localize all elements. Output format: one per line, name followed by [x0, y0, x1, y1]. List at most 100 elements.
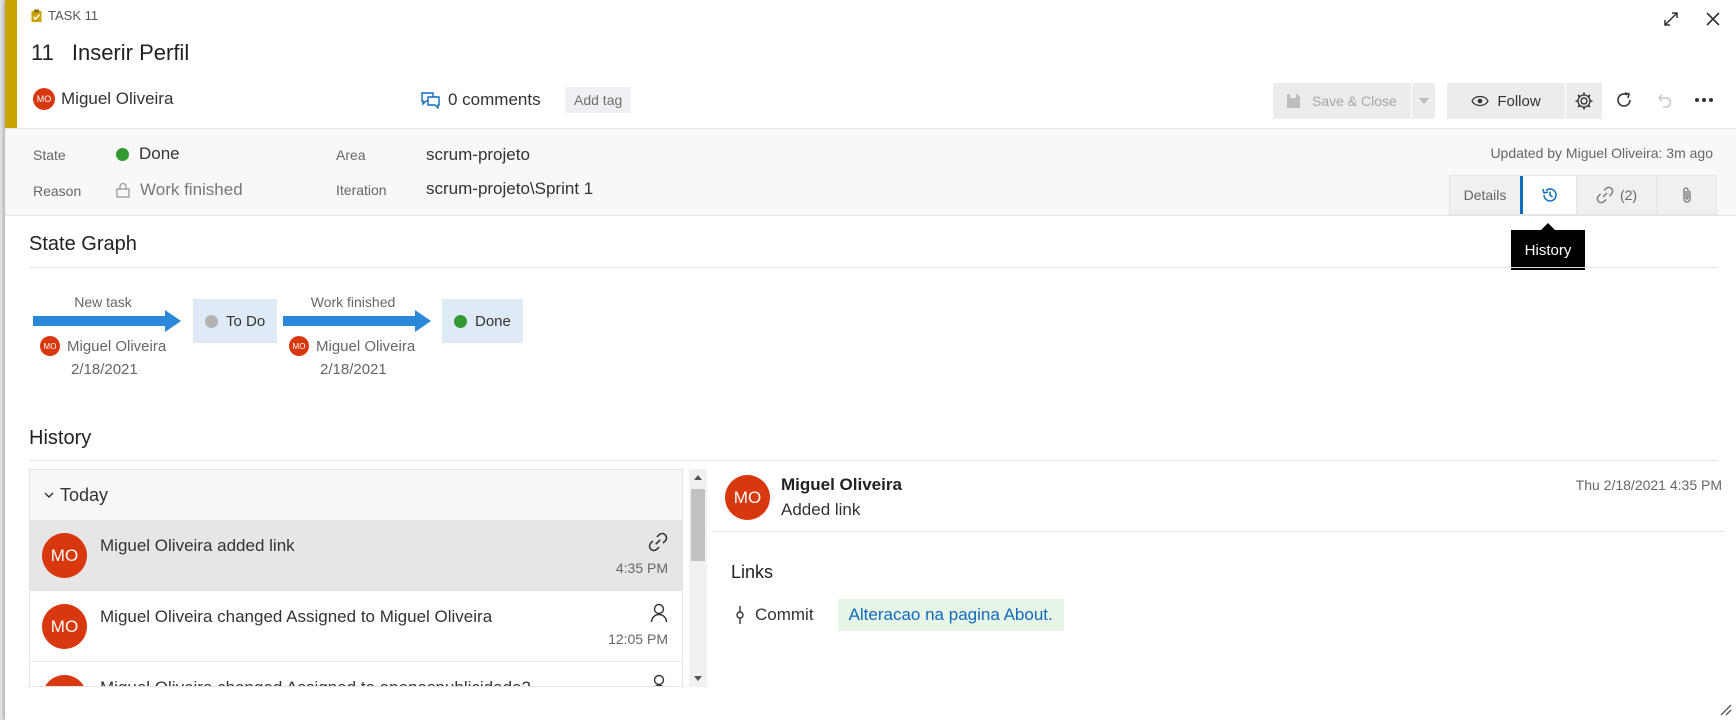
chevron-down-icon — [1412, 98, 1435, 104]
paperclip-icon — [1682, 187, 1691, 203]
transition-date: 2/18/2021 — [71, 361, 138, 378]
work-item-dialog: TASK 11 11 Inserir Perfil MO Miguel Olive… — [5, 0, 1736, 720]
history-item-text: Miguel Oliveira changed Assigned to apen… — [100, 678, 531, 686]
comments-count: 0 comments — [448, 90, 541, 109]
link-type: Commit — [755, 605, 814, 624]
links-title: Links — [731, 562, 774, 582]
link-icon — [1596, 186, 1614, 204]
history-item[interactable]: MO Miguel Oliveira changed Assigned to a… — [30, 662, 682, 686]
avatar: MO — [42, 675, 87, 686]
avatar: MO — [42, 533, 87, 578]
save-icon — [1287, 94, 1300, 108]
commit-link-row: Commit Alteracao na pagina About. — [735, 599, 1064, 631]
commit-link[interactable]: Alteracao na pagina About. — [837, 599, 1064, 631]
transition-label: New task — [74, 294, 132, 310]
history-group-label: Today — [60, 484, 109, 505]
view-tabs: Details (2) — [1449, 175, 1717, 215]
follow-button[interactable]: Follow — [1447, 83, 1565, 119]
settings-button[interactable] — [1566, 83, 1602, 119]
avatar: MO — [42, 604, 87, 649]
transition-label: Work finished — [310, 294, 396, 310]
area-label: Area — [336, 147, 366, 163]
history-item-time: 4:35 PM — [615, 560, 668, 576]
scrollbar-thumb[interactable] — [691, 489, 705, 561]
more-icon[interactable] — [1693, 89, 1715, 111]
tab-details[interactable]: Details — [1450, 176, 1520, 214]
divider — [711, 531, 1724, 532]
eye-icon — [1471, 95, 1490, 107]
state-name: To Do — [226, 312, 266, 330]
state-value: Done — [139, 144, 180, 163]
state-label: State — [33, 147, 66, 163]
iteration-label: Iteration — [336, 182, 387, 198]
transition-date: 2/18/2021 — [320, 361, 387, 378]
transition-person: MO Miguel Oliveira — [289, 336, 415, 356]
state-graph-title: State Graph — [29, 233, 137, 255]
state-box-done: Done — [442, 299, 523, 343]
divider — [29, 267, 1717, 268]
avatar: MO — [33, 88, 55, 110]
divider — [29, 460, 1717, 461]
detail-author: Miguel Oliveira — [781, 475, 902, 494]
lock-icon — [116, 182, 130, 198]
add-tag-button[interactable]: Add tag — [565, 87, 632, 113]
follow-label: Follow — [1497, 92, 1541, 110]
state-field[interactable]: Done — [116, 144, 180, 164]
undo-icon[interactable] — [1653, 89, 1675, 111]
history-list: Today MO Miguel Oliveira added link 4:35… — [29, 469, 683, 687]
expand-icon[interactable] — [1660, 8, 1682, 30]
avatar: MO — [725, 475, 770, 520]
assigned-to-name: Miguel Oliveira — [61, 89, 174, 108]
history-item-text: Miguel Oliveira added link — [100, 536, 295, 555]
person-icon — [653, 674, 665, 686]
history-tooltip: History — [1511, 223, 1585, 270]
updated-by-text: Updated by Miguel Oliveira: 3m ago — [1490, 145, 1713, 161]
work-item-color-bar — [5, 0, 17, 128]
work-item-title[interactable]: Inserir Perfil — [72, 40, 189, 65]
history-item[interactable]: MO Miguel Oliveira added link 4:35 PM — [30, 520, 682, 591]
refresh-icon[interactable] — [1613, 89, 1635, 111]
history-item-text: Miguel Oliveira changed Assigned to Migu… — [100, 607, 493, 626]
detail-date: Thu 2/18/2021 4:35 PM — [1575, 477, 1722, 493]
save-close-button: Save & Close — [1273, 83, 1435, 119]
close-icon[interactable] — [1702, 8, 1724, 30]
tab-links[interactable]: (2) — [1576, 176, 1656, 214]
state-name: Done — [475, 312, 511, 330]
transition-arrow-icon — [283, 310, 431, 332]
save-close-label: Save & Close — [1312, 93, 1397, 109]
transition-person: MO Miguel Oliveira — [40, 336, 166, 356]
history-item[interactable]: MO Miguel Oliveira changed Assigned to M… — [30, 591, 682, 662]
transition-person-name: Miguel Oliveira — [67, 337, 167, 355]
comments-link[interactable]: 0 comments — [421, 90, 541, 110]
tab-history[interactable] — [1520, 176, 1576, 214]
avatar: MO — [289, 336, 309, 356]
task-icon — [31, 9, 42, 22]
iteration-value[interactable]: scrum-projeto\Sprint 1 — [426, 179, 593, 199]
commit-icon — [736, 606, 744, 624]
work-item-id: 11 — [31, 40, 54, 65]
history-item-time: 12:05 PM — [608, 631, 668, 647]
transition-person-name: Miguel Oliveira — [316, 337, 416, 355]
scroll-up-icon[interactable] — [694, 475, 702, 480]
state-box-todo: To Do — [193, 299, 278, 343]
assigned-to[interactable]: MO Miguel Oliveira — [33, 88, 173, 110]
history-icon — [1541, 188, 1557, 202]
history-title: History — [29, 427, 92, 449]
scroll-down-icon[interactable] — [694, 676, 702, 681]
tab-attachments[interactable] — [1656, 176, 1716, 214]
link-icon — [648, 532, 668, 552]
reason-label: Reason — [33, 183, 82, 199]
window-controls — [1660, 8, 1724, 30]
gear-icon — [1575, 92, 1593, 110]
history-group-today[interactable]: Today — [30, 470, 682, 520]
reason-field: Work finished — [116, 180, 243, 200]
chevron-down-icon — [44, 492, 54, 498]
state-dot — [116, 147, 129, 161]
transition-arrow-icon — [33, 310, 181, 332]
state-dot — [454, 314, 467, 328]
resize-grip-icon[interactable] — [1718, 702, 1732, 716]
comments-icon — [421, 92, 440, 109]
person-icon — [650, 603, 668, 623]
area-value[interactable]: scrum-projeto — [426, 145, 530, 165]
page-title[interactable]: 11 Inserir Perfil — [31, 40, 207, 66]
